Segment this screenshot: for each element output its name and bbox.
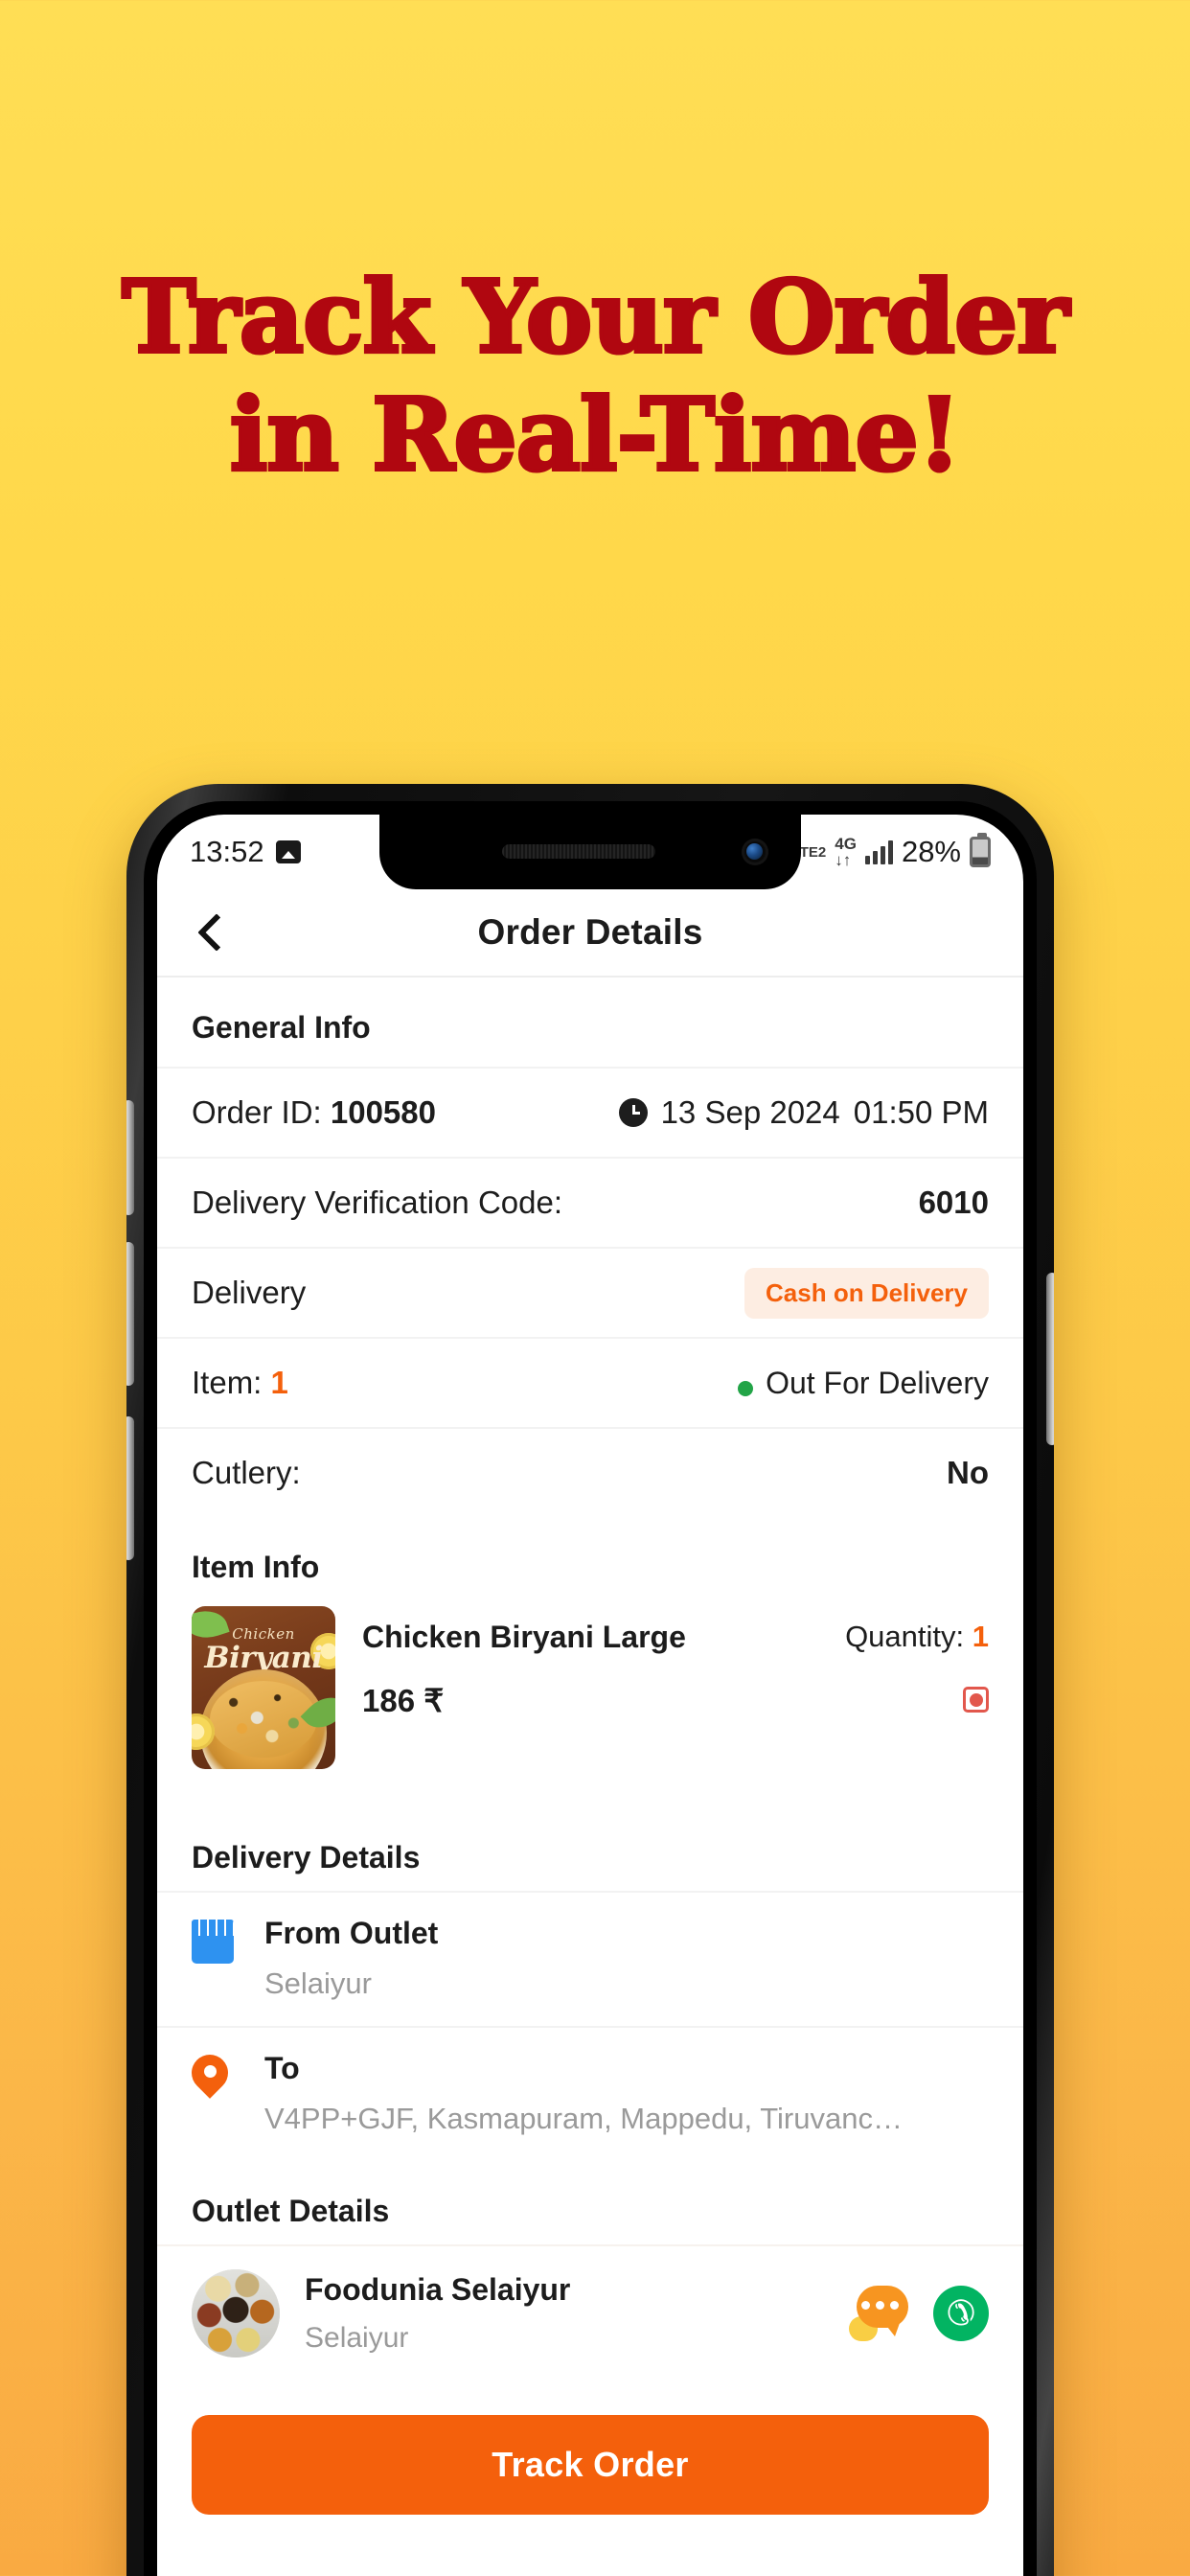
footer-actions: Track Order (157, 2386, 1023, 2515)
order-id-cell: Order ID: 100580 (192, 1094, 436, 1131)
section-title-delivery-details: Delivery Details (157, 1807, 1023, 1891)
delivery-label: Delivery (192, 1275, 307, 1310)
volume-down-button[interactable] (126, 1242, 134, 1386)
order-id-value: 100580 (330, 1094, 436, 1130)
outlet-name: Foodunia Selaiyur (305, 2272, 571, 2307)
app-bar: Order Details (157, 889, 1023, 978)
outlet-text-block: Foodunia Selaiyur Selaiyur (305, 2272, 824, 2355)
row-delivery-payment: Delivery Cash on Delivery (157, 1247, 1023, 1337)
verification-code-label: Delivery Verification Code: (192, 1184, 563, 1220)
notch (379, 815, 801, 889)
cutlery-value: No (947, 1455, 989, 1490)
map-pin-icon (192, 2051, 240, 2104)
section-title-item-info: Item Info (157, 1517, 1023, 1600)
delivery-from-title: From Outlet (264, 1916, 439, 1950)
section-title-general-info: General Info (157, 978, 1023, 1067)
clock-icon (618, 1098, 648, 1127)
page-title: Order Details (477, 912, 703, 952)
item-meta-block: Quantity: 1 (845, 1606, 989, 1713)
item-count-cell: Item: 1 (192, 1365, 288, 1401)
order-status-text: Out For Delivery (766, 1365, 989, 1400)
item-count-value: 1 (270, 1365, 288, 1400)
row-cutlery: Cutlery: No (157, 1427, 1023, 1517)
signal-bars-icon (864, 840, 893, 864)
promo-headline: Track Your Order in Real-Time! (0, 256, 1190, 494)
phone-call-icon[interactable] (933, 2286, 989, 2341)
delivery-to-row: To V4PP+GJF, Kasmapuram, Mappedu, Tiruva… (157, 2026, 1023, 2161)
payment-method-badge: Cash on Delivery (744, 1267, 989, 1319)
item-name: Chicken Biryani Large (362, 1620, 686, 1654)
assistant-button[interactable] (126, 1416, 134, 1560)
network-type-label: 4G (835, 835, 857, 853)
status-bar-clock: 13:52 (190, 835, 264, 868)
battery-percent-label: 28% (901, 835, 961, 868)
quantity-value: 1 (972, 1620, 989, 1653)
item-label: Item: (192, 1365, 263, 1400)
delivery-to-text: To V4PP+GJF, Kasmapuram, Mappedu, Tiruva… (264, 2051, 903, 2136)
power-button[interactable] (1046, 1273, 1054, 1445)
status-bar-left: 13:52 (190, 835, 301, 869)
outlet-location: Selaiyur (305, 2322, 409, 2354)
order-datetime-cell: 13 Sep 2024 01:50 PM (618, 1094, 989, 1131)
row-order-id: Order ID: 100580 13 Sep 2024 01:50 PM (157, 1067, 1023, 1157)
chat-bubble-icon[interactable] (849, 2286, 908, 2341)
order-status-cell: Out For Delivery (738, 1366, 989, 1401)
battery-icon (970, 833, 991, 867)
volume-up-button[interactable] (126, 1100, 134, 1215)
cutlery-label: Cutlery: (192, 1455, 301, 1490)
row-verification-code: Delivery Verification Code: 6010 (157, 1157, 1023, 1247)
status-dot-icon (738, 1381, 754, 1397)
item-text-block: Chicken Biryani Large 186 ₹ (362, 1606, 818, 1719)
order-time: 01:50 PM (853, 1094, 989, 1130)
outlet-row: Foodunia Selaiyur Selaiyur (157, 2244, 1023, 2386)
phone-mockup: 13:52 VoLTE2 4G ↓↑ 28% (126, 784, 1054, 2576)
item-row[interactable]: Chicken Biryani Chicken Biryani Large 18… (157, 1600, 1023, 1807)
track-order-button[interactable]: Track Order (192, 2415, 989, 2515)
section-title-outlet-details: Outlet Details (157, 2161, 1023, 2244)
outlet-actions (849, 2286, 989, 2341)
outlet-avatar (192, 2269, 280, 2358)
verification-code-value: 6010 (918, 1184, 989, 1220)
quantity-label: Quantity: (845, 1620, 965, 1653)
phone-screen: 13:52 VoLTE2 4G ↓↑ 28% (157, 815, 1023, 2576)
earpiece-speaker-icon (502, 844, 655, 859)
non-veg-indicator-icon (963, 1687, 989, 1713)
promo-headline-line2: in Real-Time! (228, 374, 964, 494)
delivery-to-title: To (264, 2051, 300, 2085)
promo-headline-line1: Track Your Order (120, 256, 1071, 378)
image-icon (275, 840, 301, 863)
delivery-from-value: Selaiyur (264, 1966, 372, 2000)
order-date: 13 Sep 2024 (660, 1094, 840, 1130)
delivery-from-text: From Outlet Selaiyur (264, 1916, 438, 2001)
delivery-to-value: V4PP+GJF, Kasmapuram, Mappedu, Tiruvanc… (264, 2102, 903, 2135)
order-id-label: Order ID: (192, 1094, 322, 1130)
item-thumbnail: Chicken Biryani (192, 1606, 335, 1769)
front-camera-icon (742, 839, 768, 865)
data-arrows-icon: ↓↑ (835, 851, 852, 869)
item-price: 186 ₹ (362, 1683, 445, 1718)
row-item-status: Item: 1 Out For Delivery (157, 1337, 1023, 1427)
item-quantity-cell: Quantity: 1 (845, 1620, 989, 1654)
phone-bezel: 13:52 VoLTE2 4G ↓↑ 28% (144, 801, 1037, 2576)
delivery-from-row: From Outlet Selaiyur (157, 1891, 1023, 2026)
storefront-icon (192, 1916, 240, 1964)
status-bar-right: VoLTE2 4G ↓↑ 28% (775, 833, 991, 869)
order-details-content: General Info Order ID: 100580 13 Sep 202… (157, 978, 1023, 2515)
